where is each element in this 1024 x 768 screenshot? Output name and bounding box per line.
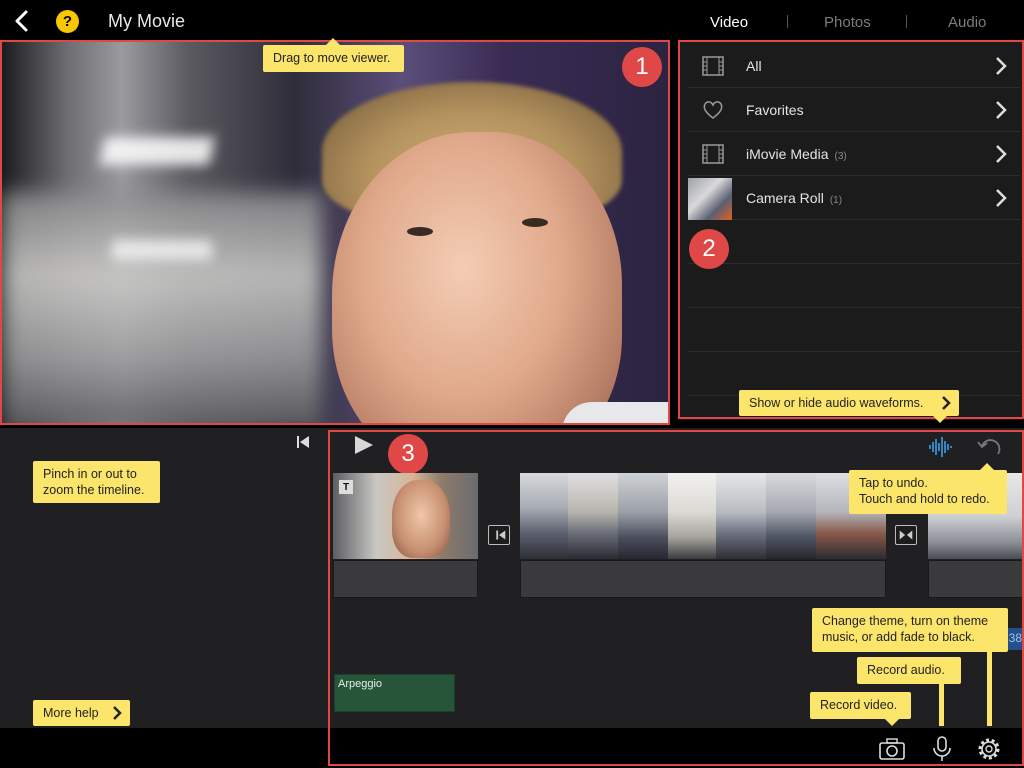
callout-frame-library: [678, 40, 1024, 419]
tooltip-line: zoom the timeline.: [43, 483, 145, 497]
callout-frame-viewer: [0, 40, 670, 425]
waveform-tooltip-text: Show or hide audio waveforms.: [749, 396, 924, 410]
tooltip-pointer: [933, 416, 947, 423]
back-chevron-icon[interactable]: [12, 10, 32, 32]
waveform-tooltip: Show or hide audio waveforms.: [739, 390, 959, 416]
skip-to-start-icon[interactable]: [296, 435, 310, 449]
tab-divider: [787, 15, 788, 28]
chevron-right-icon: [942, 396, 951, 410]
callout-number-1: 1: [622, 47, 662, 87]
callout-number-2: 2: [689, 229, 729, 269]
help-button[interactable]: ?: [56, 10, 79, 33]
callout-frame-timeline: [328, 430, 1024, 766]
more-help-button[interactable]: More help: [33, 700, 130, 726]
tooltip-pointer: [326, 38, 340, 45]
more-help-label: More help: [43, 706, 99, 720]
tab-divider: [906, 15, 907, 28]
tab-video[interactable]: Video: [710, 14, 748, 31]
chevron-right-icon: [113, 706, 122, 720]
pinch-zoom-tooltip: Pinch in or out to zoom the timeline.: [33, 461, 160, 503]
tab-photos[interactable]: Photos: [824, 14, 871, 31]
tooltip-line: Pinch in or out to: [43, 467, 137, 481]
project-title: My Movie: [108, 11, 186, 31]
tab-audio[interactable]: Audio: [948, 14, 986, 31]
drag-viewer-tooltip: Drag to move viewer.: [263, 45, 404, 72]
